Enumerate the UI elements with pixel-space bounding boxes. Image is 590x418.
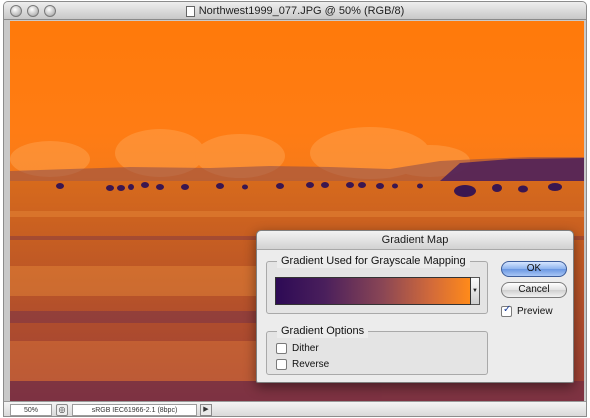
preview-option[interactable]: Preview: [501, 304, 553, 317]
reverse-label: Reverse: [292, 359, 330, 370]
preview-label: Preview: [517, 306, 553, 317]
ok-button[interactable]: OK: [501, 261, 567, 277]
cancel-button[interactable]: Cancel: [501, 282, 567, 298]
reverse-checkbox[interactable]: [276, 359, 287, 370]
gradient-map-dialog: Gradient Map Gradient Used for Grayscale…: [256, 230, 574, 383]
status-menu-arrow-icon[interactable]: ▶: [200, 404, 212, 416]
window-title: Northwest1999_077.JPG @ 50% (RGB/8): [198, 5, 405, 17]
gradient-dropdown-arrow-icon[interactable]: ▼: [471, 277, 480, 305]
gradient-options-label: Gradient Options: [277, 324, 369, 338]
reverse-option[interactable]: Reverse: [276, 359, 329, 370]
dither-checkbox[interactable]: [276, 343, 287, 354]
title-wrap: Northwest1999_077.JPG @ 50% (RGB/8): [4, 2, 586, 20]
color-profile-field: sRGB IEC61966-2.1 (8bpc): [72, 404, 197, 416]
zoom-field[interactable]: 50%: [10, 404, 52, 416]
gradient-options-group: Gradient Options Dither Reverse: [266, 324, 488, 375]
dialog-title: Gradient Map: [257, 231, 573, 250]
gradient-preview[interactable]: [275, 277, 471, 305]
document-icon: [185, 5, 195, 17]
gradient-group: Gradient Used for Grayscale Mapping ▼: [266, 254, 488, 314]
preview-checkbox[interactable]: [501, 304, 512, 317]
sky: [10, 21, 584, 181]
proof-icon[interactable]: ◎: [56, 404, 68, 416]
status-bar: 50% ◎ sRGB IEC61966-2.1 (8bpc) ▶: [4, 401, 586, 416]
dither-label: Dither: [292, 343, 319, 354]
title-bar[interactable]: Northwest1999_077.JPG @ 50% (RGB/8): [4, 2, 586, 20]
dither-option[interactable]: Dither: [276, 343, 319, 354]
gradient-group-label: Gradient Used for Grayscale Mapping: [277, 254, 470, 268]
